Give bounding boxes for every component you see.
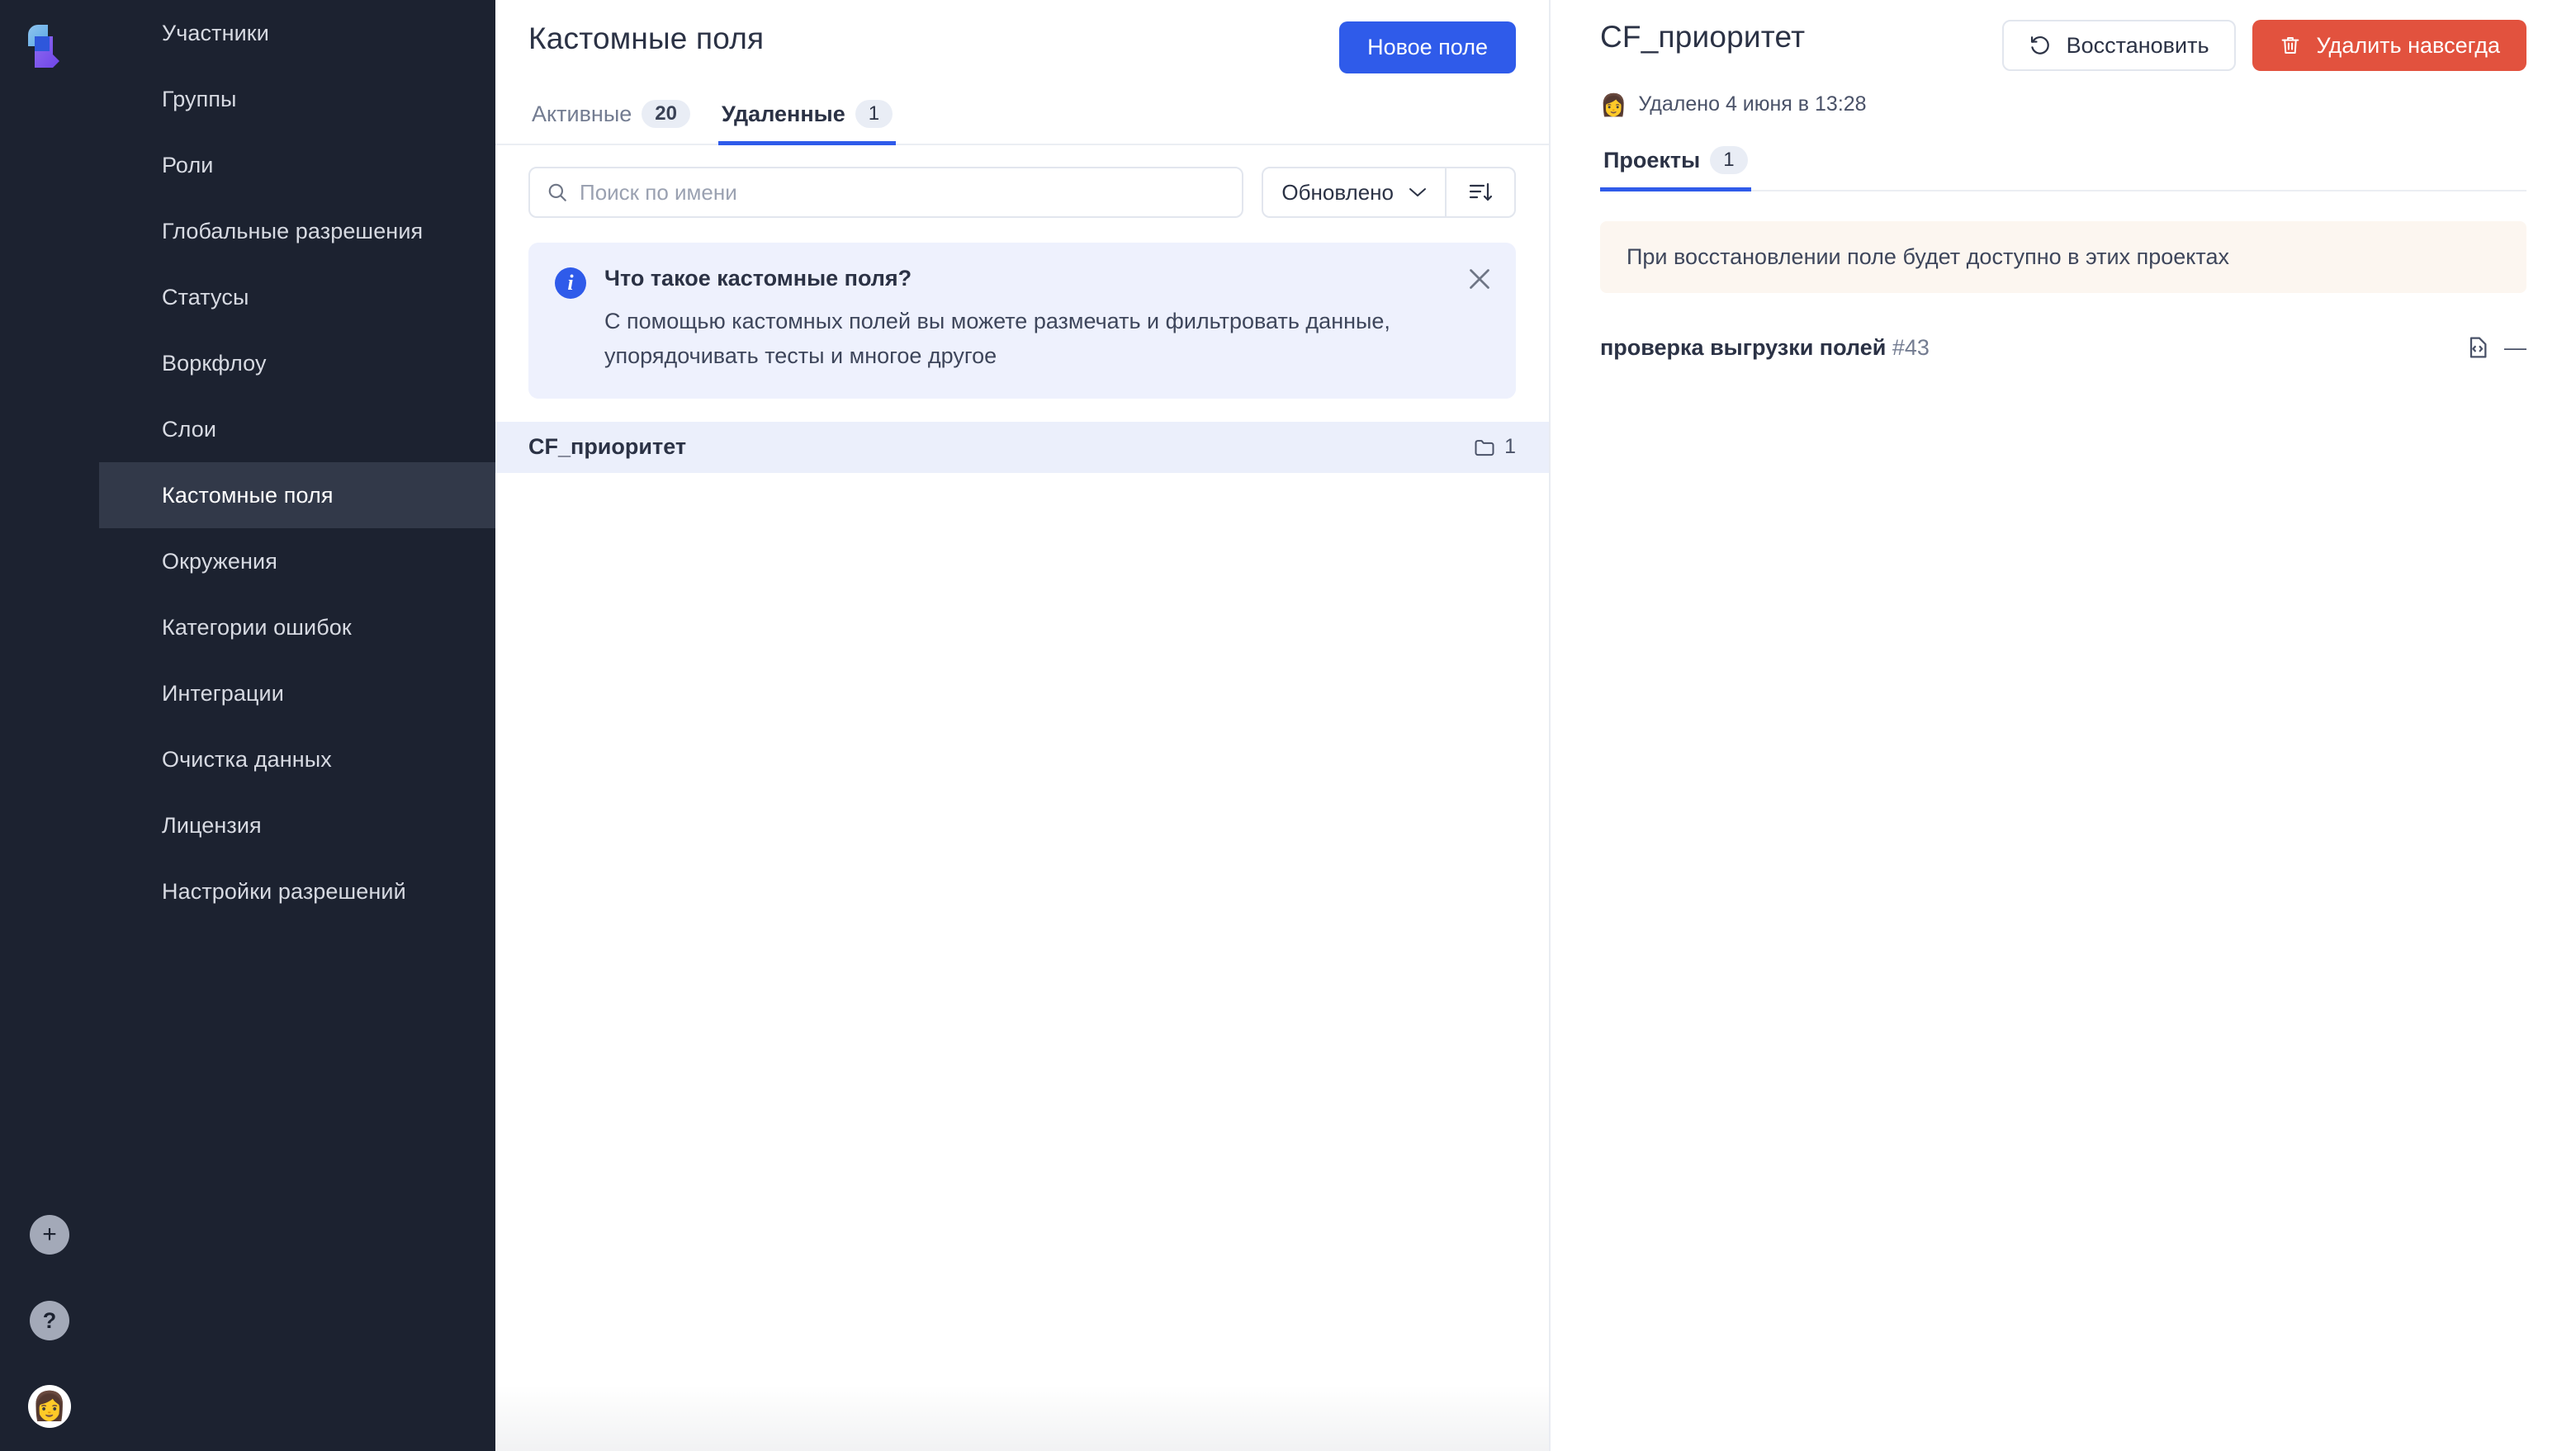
- field-projects-count: 1: [1473, 435, 1516, 459]
- deleted-by-avatar: 👩: [1600, 92, 1627, 117]
- sidebar-item-label: Лицензия: [162, 812, 262, 838]
- sidebar-item-5[interactable]: Воркфлоу: [99, 330, 495, 396]
- sidebar-item-label: Кастомные поля: [162, 482, 334, 508]
- search-placeholder: Поиск по имени: [580, 179, 737, 205]
- tab-count-badge: 1: [1710, 146, 1748, 174]
- sidebar-item-label: Участники: [162, 20, 269, 45]
- scroll-shadow: [495, 1385, 1549, 1451]
- restore-button[interactable]: Восстановить: [2001, 20, 2236, 71]
- new-field-button[interactable]: Новое поле: [1339, 21, 1516, 73]
- close-icon[interactable]: [1465, 264, 1494, 294]
- avatar[interactable]: 👩: [28, 1385, 71, 1428]
- restore-icon: [2029, 34, 2052, 57]
- field-detail-panel: CF_приоритет Восстановить Удалить навсег…: [1551, 0, 2576, 1451]
- custom-fields-list-panel: Кастомные поля Новое поле Активные 20 Удал…: [495, 0, 1551, 1451]
- sidebar-item-4[interactable]: Статусы: [99, 264, 495, 330]
- add-button[interactable]: +: [30, 1215, 69, 1255]
- sidebar-item-1[interactable]: Группы: [99, 66, 495, 132]
- page-title: Кастомные поля: [528, 21, 765, 55]
- sidebar-item-8[interactable]: Окружения: [99, 528, 495, 594]
- detail-projects-list: проверка выгрузки полей #43 —: [1600, 293, 2526, 361]
- sort-field-value: Обновлено: [1281, 179, 1394, 205]
- info-banner-title: Что такое кастомные поля?: [604, 266, 912, 291]
- tab-label: Удаленные: [721, 101, 845, 126]
- list-tabs: Активные 20 Удаленные 1: [495, 98, 1549, 145]
- tab-count-badge: 1: [855, 100, 893, 128]
- info-icon: i: [555, 267, 586, 299]
- field-name: CF_приоритет: [528, 434, 687, 460]
- deleted-timestamp: Удалено 4 июня в 13:28: [1638, 92, 1867, 116]
- search-input[interactable]: Поиск по имени: [528, 167, 1244, 218]
- sidebar-item-10[interactable]: Интеграции: [99, 660, 495, 726]
- restore-label: Восстановить: [2066, 32, 2209, 58]
- delete-forever-button[interactable]: Удалить навсегда: [2252, 20, 2526, 71]
- project-value-text: —: [2504, 334, 2526, 360]
- sidebar-item-label: Интеграции: [162, 680, 284, 706]
- sidebar-item-label: Группы: [162, 86, 237, 111]
- detail-tabs: Проекты 1: [1600, 144, 2526, 191]
- sidebar-item-label: Окружения: [162, 548, 277, 574]
- restore-notice: При восстановлении поле будет доступно в…: [1600, 221, 2526, 293]
- icon-rail: + ? 👩: [0, 0, 99, 1451]
- tab-label: Проекты: [1603, 147, 1701, 173]
- project-row[interactable]: проверка выгрузки полей #43 —: [1600, 334, 2526, 361]
- info-banner-body: С помощью кастомных полей вы можете разм…: [604, 309, 1390, 368]
- sidebar-item-3[interactable]: Глобальные разрешения: [99, 198, 495, 264]
- info-banner: i Что такое кастомные поля? С помощью ка…: [528, 243, 1516, 399]
- tab-count-badge: 20: [642, 100, 690, 128]
- sidebar-item-label: Статусы: [162, 284, 249, 310]
- sidebar-item-0[interactable]: Участники: [99, 0, 495, 66]
- sidebar-item-9[interactable]: Категории ошибок: [99, 594, 495, 660]
- sidebar-item-13[interactable]: Настройки разрешений: [99, 858, 495, 924]
- tab-1[interactable]: Удаленные 1: [717, 100, 897, 145]
- sidebar-item-label: Очистка данных: [162, 746, 332, 772]
- sidebar-item-12[interactable]: Лицензия: [99, 792, 495, 858]
- search-icon: [547, 182, 568, 203]
- list-item[interactable]: CF_приоритет 1: [495, 421, 1549, 473]
- tab-0[interactable]: Активные 20: [528, 100, 694, 145]
- folder-icon: [1473, 437, 1496, 458]
- field-projects-count-value: 1: [1504, 435, 1516, 459]
- detail-header: CF_приоритет Восстановить Удалить навсег…: [1600, 0, 2526, 71]
- trash-icon: [2279, 34, 2302, 57]
- help-button[interactable]: ?: [30, 1301, 69, 1340]
- sidebar-item-label: Настройки разрешений: [162, 878, 406, 904]
- sort-controls: Обновлено: [1262, 167, 1516, 218]
- sidebar-item-6[interactable]: Слои: [99, 396, 495, 462]
- list-filters: Поиск по имени Обновлено: [495, 145, 1549, 218]
- project-id: #43: [1886, 334, 1930, 360]
- sort-direction-button[interactable]: [1445, 168, 1514, 216]
- chevron-down-icon: [1409, 187, 1427, 198]
- tab-label: Активные: [532, 101, 632, 126]
- sidebar-nav: Участники Группы Роли Глобальные разрешения…: [99, 0, 495, 1451]
- sidebar-item-label: Роли: [162, 152, 214, 177]
- code-file-icon: [2465, 334, 2491, 361]
- sidebar-item-7[interactable]: Кастомные поля: [99, 462, 495, 528]
- sidebar-item-label: Глобальные разрешения: [162, 218, 424, 243]
- project-name: проверка выгрузки полей: [1600, 334, 1887, 360]
- sidebar-item-11[interactable]: Очистка данных: [99, 726, 495, 792]
- sidebar-item-label: Воркфлоу: [162, 350, 267, 376]
- project-value: —: [2465, 334, 2526, 361]
- deleted-info: 👩 Удалено 4 июня в 13:28: [1600, 92, 2526, 116]
- sidebar-item-label: Слои: [162, 416, 217, 442]
- app-root: + ? 👩 Участники Группы Роли Глобальные разр…: [0, 0, 2576, 1451]
- custom-fields-list: CF_приоритет 1: [495, 421, 1549, 473]
- sort-field-select[interactable]: Обновлено: [1263, 168, 1445, 216]
- sidebar-item-label: Категории ошибок: [162, 614, 352, 640]
- sidebar-item-2[interactable]: Роли: [99, 132, 495, 198]
- rail-bottom-actions: + ? 👩: [0, 1215, 99, 1428]
- app-logo[interactable]: [18, 18, 68, 69]
- detail-actions: Восстановить Удалить навсегда: [2001, 20, 2526, 71]
- list-panel-header: Кастомные поля Новое поле: [495, 0, 1549, 73]
- delete-forever-label: Удалить навсегда: [2316, 32, 2500, 58]
- tab-0[interactable]: Проекты 1: [1600, 146, 1751, 191]
- project-label: проверка выгрузки полей #43: [1600, 335, 1930, 361]
- detail-title: CF_приоритет: [1600, 20, 1806, 54]
